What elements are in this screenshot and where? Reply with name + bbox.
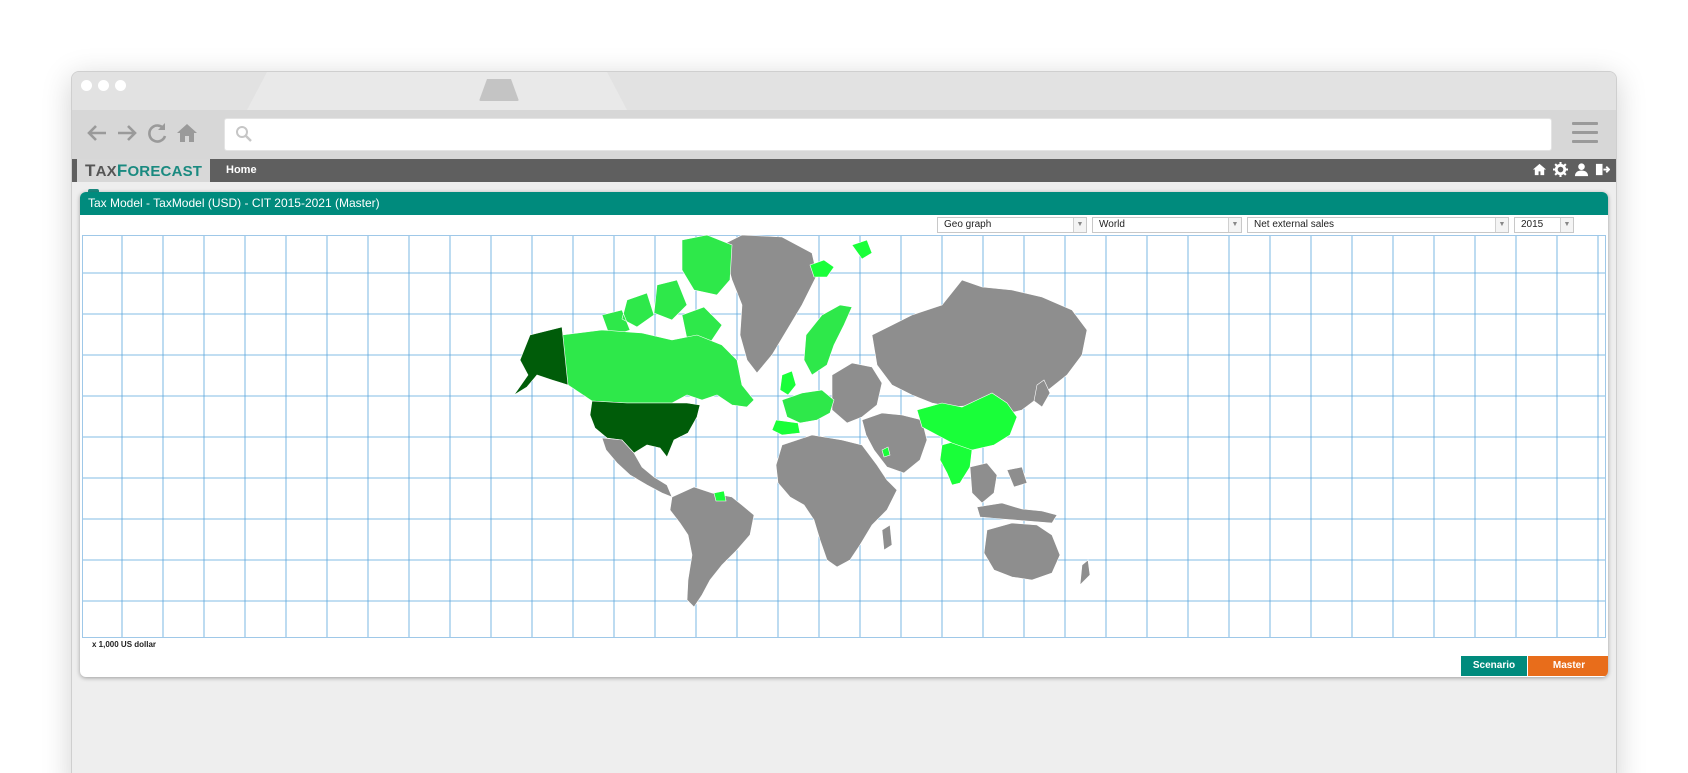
master-scenario-button[interactable]: Master scenario bbox=[1528, 656, 1608, 676]
chevron-down-icon: ▼ bbox=[1495, 218, 1508, 232]
country-svalbard[interactable] bbox=[851, 239, 873, 260]
logout-icon[interactable] bbox=[1595, 162, 1610, 177]
country-greenland[interactable] bbox=[721, 235, 818, 374]
graph-type-select[interactable]: Geo graph ▼ bbox=[937, 217, 1087, 233]
app-toolbar-icons bbox=[1532, 162, 1610, 179]
tax-model-panel: Tax Model - TaxModel (USD) - CIT 2015-20… bbox=[80, 192, 1608, 677]
country-canada-islands[interactable] bbox=[601, 235, 733, 344]
country-norway-sweden[interactable] bbox=[803, 304, 853, 376]
country-europe-east[interactable] bbox=[831, 362, 883, 424]
window-maximize-dot[interactable] bbox=[115, 80, 126, 91]
browser-tab-active[interactable]: × bbox=[247, 72, 627, 110]
country-suriname[interactable] bbox=[713, 490, 727, 502]
unit-label: x 1,000 US dollar bbox=[92, 640, 157, 649]
app-navbar: TAXFORECAST Home bbox=[72, 159, 1616, 199]
world-countries bbox=[513, 235, 1091, 608]
chevron-down-icon: ▼ bbox=[1073, 218, 1086, 232]
country-alaska[interactable] bbox=[513, 326, 569, 396]
country-new-zealand[interactable] bbox=[1079, 559, 1091, 586]
user-icon[interactable] bbox=[1574, 162, 1589, 177]
region-select[interactable]: World ▼ bbox=[1092, 217, 1242, 233]
browser-toolbar bbox=[72, 110, 1616, 159]
search-icon bbox=[236, 126, 252, 142]
year-select[interactable]: 2015 ▼ bbox=[1514, 217, 1574, 233]
measure-value: Net external sales bbox=[1254, 219, 1335, 230]
country-russia-asia[interactable] bbox=[871, 279, 1088, 416]
geo-graph-map[interactable] bbox=[82, 235, 1606, 638]
nav-home-tab[interactable]: Home bbox=[226, 159, 257, 182]
country-indonesia[interactable] bbox=[976, 502, 1058, 524]
map-grid bbox=[82, 235, 1606, 638]
country-spain[interactable] bbox=[771, 419, 801, 436]
country-south-america[interactable] bbox=[669, 486, 755, 608]
measure-select[interactable]: Net external sales ▼ bbox=[1247, 217, 1509, 233]
country-canada[interactable] bbox=[561, 329, 755, 408]
hamburger-menu-icon[interactable] bbox=[1572, 122, 1598, 146]
home-icon[interactable] bbox=[1532, 162, 1547, 177]
country-australia[interactable] bbox=[983, 522, 1061, 581]
browser-window: × TAXFORECAST Home Tax Model - TaxModel … bbox=[71, 71, 1617, 773]
region-value: World bbox=[1099, 219, 1125, 230]
address-bar[interactable] bbox=[224, 118, 1552, 151]
arrow-right-icon[interactable] bbox=[114, 120, 140, 146]
gear-icon[interactable] bbox=[1553, 162, 1568, 177]
graph-type-value: Geo graph bbox=[944, 219, 992, 230]
chevron-down-icon: ▼ bbox=[1560, 218, 1573, 232]
country-madagascar[interactable] bbox=[881, 524, 893, 551]
country-southeast-asia[interactable] bbox=[969, 462, 1028, 504]
chevron-down-icon: ▼ bbox=[1228, 218, 1241, 232]
country-western-europe[interactable] bbox=[781, 389, 835, 424]
taxforecast-logo[interactable]: TAXFORECAST bbox=[77, 159, 210, 199]
window-minimize-dot[interactable] bbox=[98, 80, 109, 91]
window-close-dot[interactable] bbox=[81, 80, 92, 91]
scenario-list-button[interactable]: Scenario list bbox=[1461, 656, 1527, 676]
year-value: 2015 bbox=[1521, 219, 1544, 230]
home-icon[interactable] bbox=[174, 120, 200, 146]
country-united-kingdom[interactable] bbox=[779, 370, 797, 396]
reload-icon[interactable] bbox=[144, 120, 170, 146]
map-border bbox=[82, 235, 1606, 638]
arrow-left-icon[interactable] bbox=[84, 120, 110, 146]
tab-close-icon[interactable]: × bbox=[621, 78, 627, 97]
panel-title: Tax Model - TaxModel (USD) - CIT 2015-20… bbox=[80, 192, 1608, 215]
tab-strip: × bbox=[72, 72, 1616, 110]
